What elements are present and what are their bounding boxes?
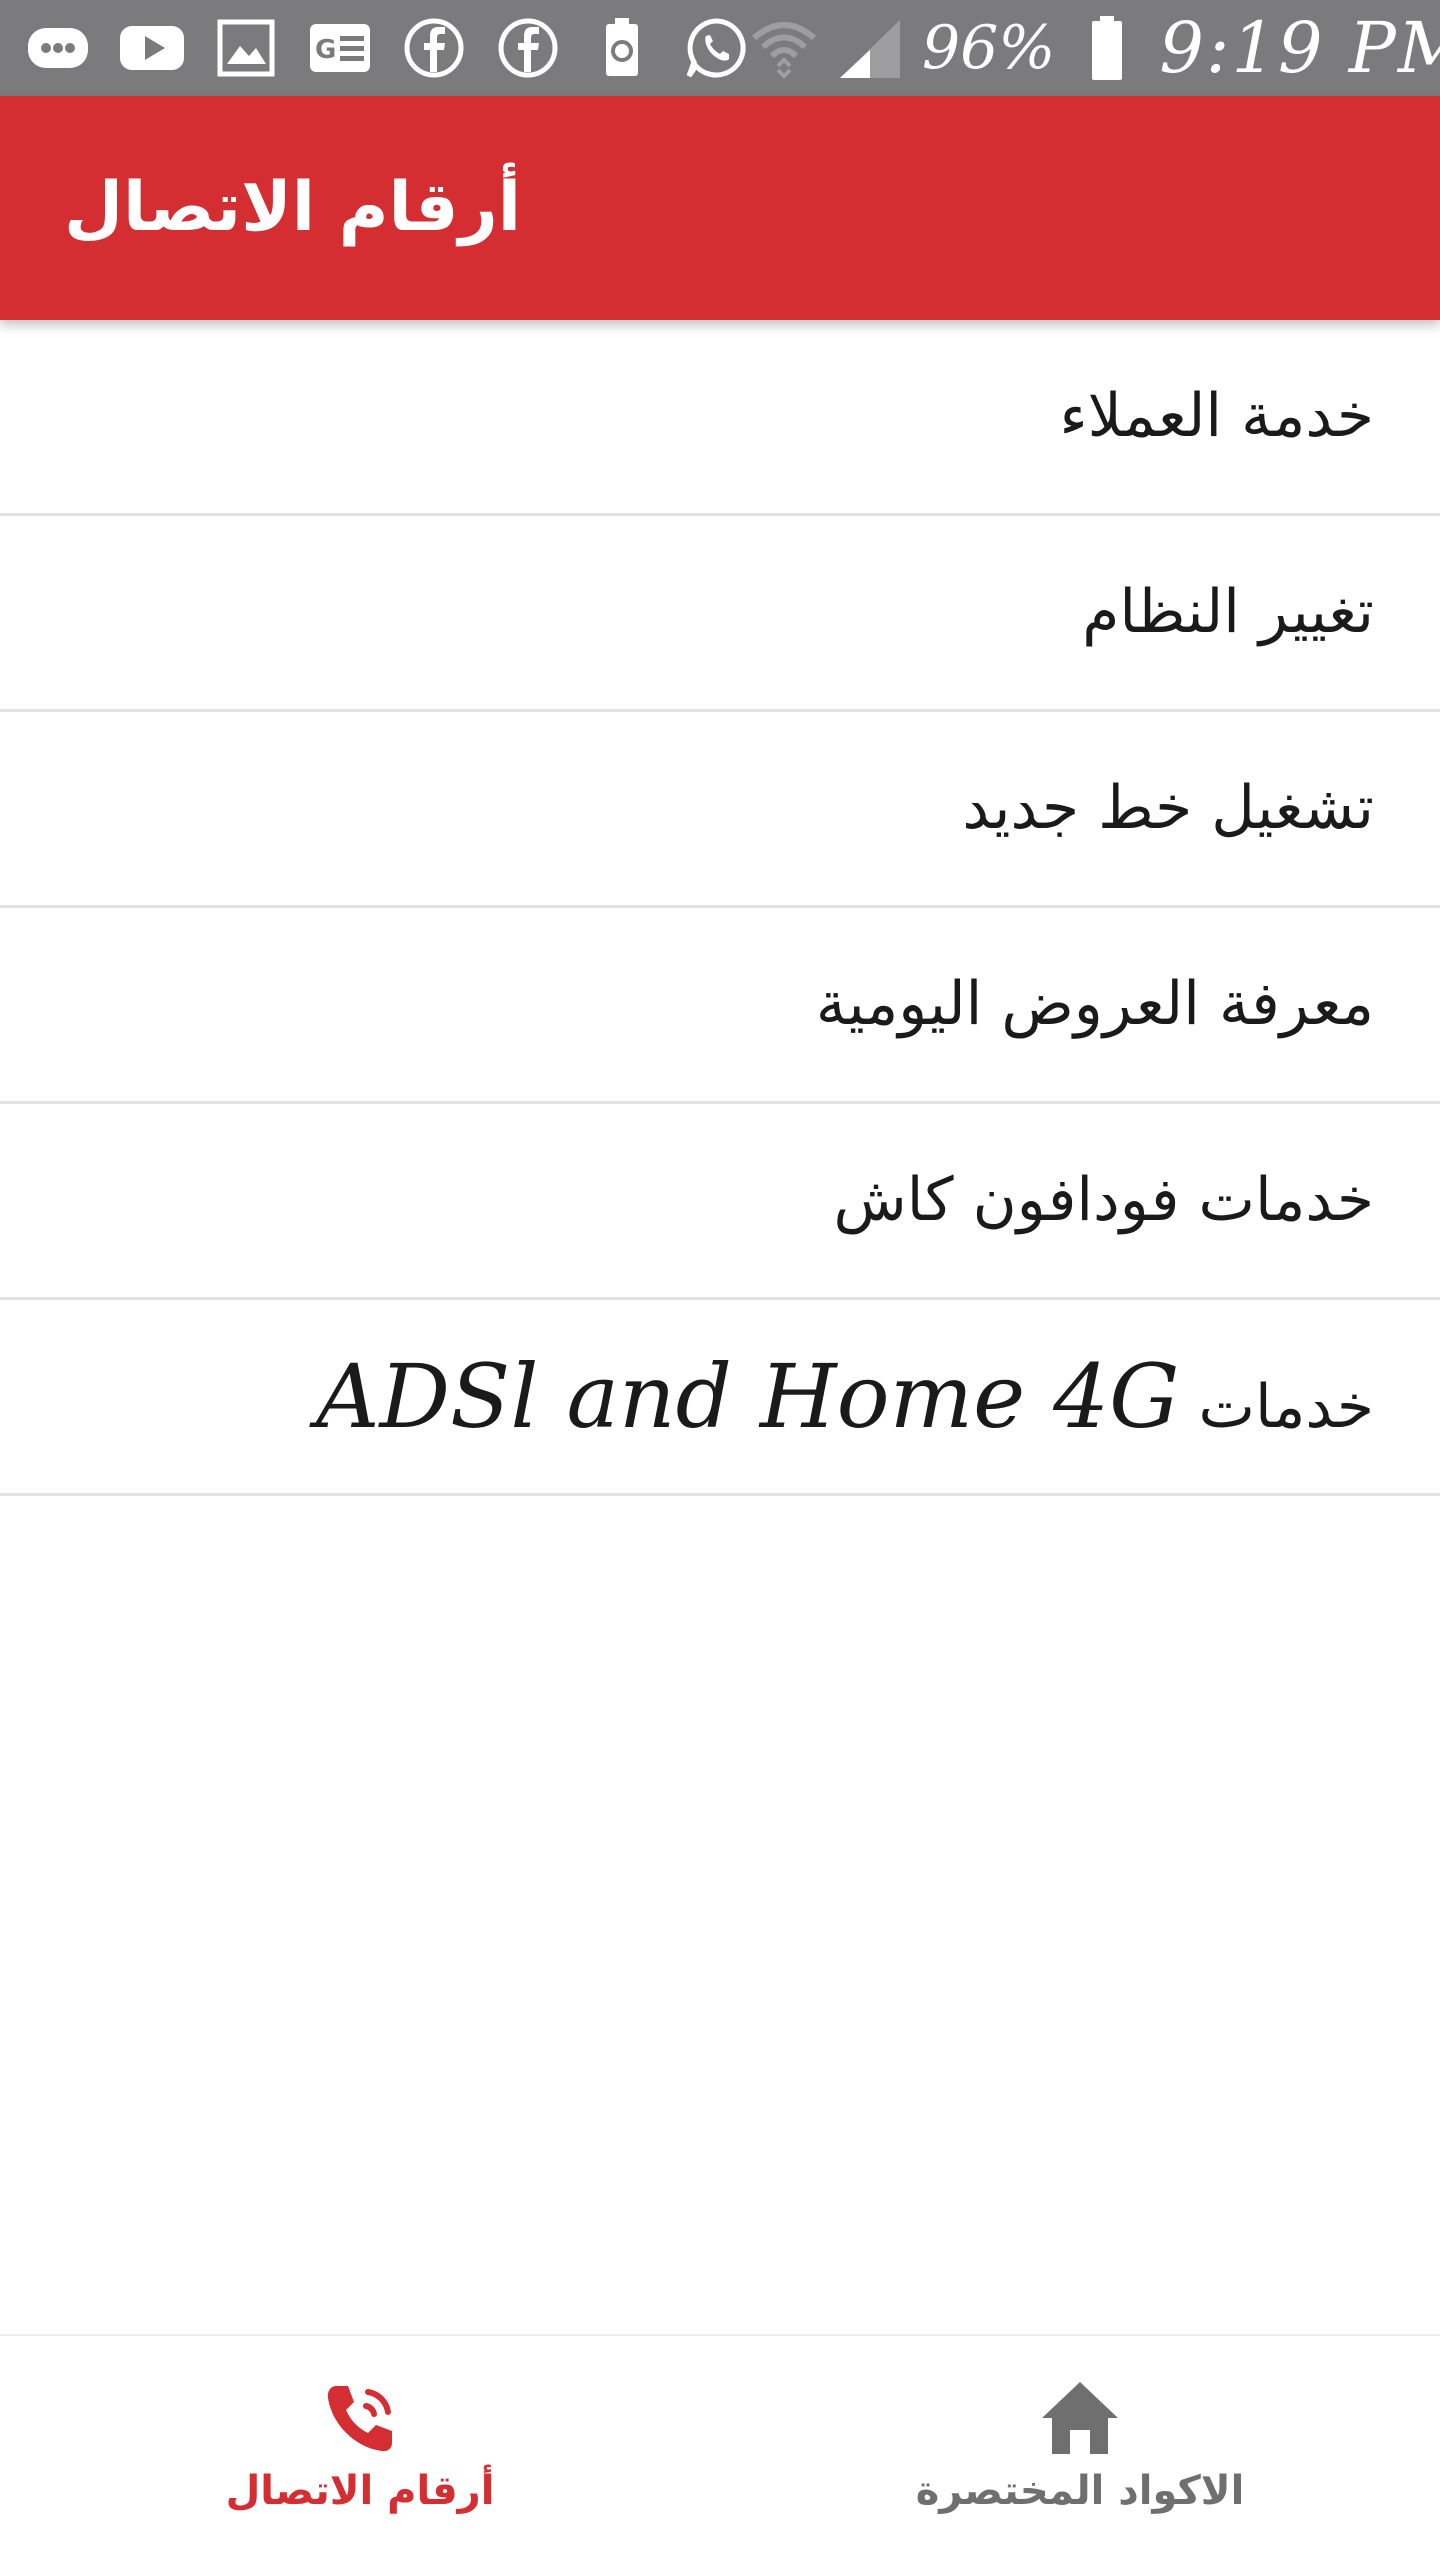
battery-icon [1073,14,1141,82]
nav-tab-contact-numbers[interactable]: أرقام الاتصال [0,2336,720,2560]
nav-tab-label: الاكواد المختصرة [915,2468,1245,2514]
list-item-label-latin: ADSl and Home 4G [315,1345,1180,1448]
app-bar: أرقام الاتصال [0,96,1440,320]
list-item-label: تغيير النظام [1082,577,1374,647]
battery-percent: 96% [922,13,1056,83]
list-item-customer-service[interactable]: خدمة العملاء [0,320,1440,516]
clock: 9:19 PM [1159,7,1440,89]
facebook-icon [494,14,562,82]
list-item-activate-new-line[interactable]: تشغيل خط جديد [0,712,1440,908]
news-icon: G [306,14,374,82]
home-icon [1038,2376,1122,2460]
list-item-daily-offers[interactable]: معرفة العروض اليومية [0,908,1440,1104]
menu-list: خدمة العملاء تغيير النظام تشغيل خط جديد … [0,320,1440,1496]
bottom-navigation: أرقام الاتصال الاكواد المختصرة [0,2334,1440,2560]
status-bar: G 96% 9:19 P [0,0,1440,96]
list-item-label: معرفة العروض اليومية [815,969,1374,1039]
list-item-vodafone-cash[interactable]: خدمات فودافون كاش [0,1104,1440,1300]
list-item-label: خدمة العملاء [1059,381,1374,451]
list-item-label: خدمات فودافون كاش [833,1165,1374,1235]
svg-text:G: G [315,35,336,65]
messenger-icon [24,14,92,82]
youtube-icon [118,14,186,82]
page-title: أرقام الاتصال [64,168,522,247]
list-item-label: خدمات ADSl and Home 4G [316,1300,1374,1493]
gallery-icon [212,14,280,82]
list-item-label-arabic: خدمات [1198,1372,1375,1442]
list-item-label: تشغيل خط جديد [962,773,1374,843]
whatsapp-icon [682,14,750,82]
phone-call-icon [318,2376,402,2460]
status-indicators: 96% 9:19 PM [750,0,1440,96]
list-item-adsl-home-4g[interactable]: خدمات ADSl and Home 4G [0,1300,1440,1496]
notification-icons: G [24,14,750,82]
battery-saver-icon [588,14,656,82]
nav-tab-short-codes[interactable]: الاكواد المختصرة [720,2336,1440,2560]
screen: G 96% 9:19 P أرقام الاتصال خدمة العملاء … [0,0,1440,2560]
signal-icon [836,14,904,82]
list-item-change-plan[interactable]: تغيير النظام [0,516,1440,712]
facebook-icon [400,14,468,82]
nav-tab-label: أرقام الاتصال [225,2468,495,2514]
wifi-icon [750,14,818,82]
